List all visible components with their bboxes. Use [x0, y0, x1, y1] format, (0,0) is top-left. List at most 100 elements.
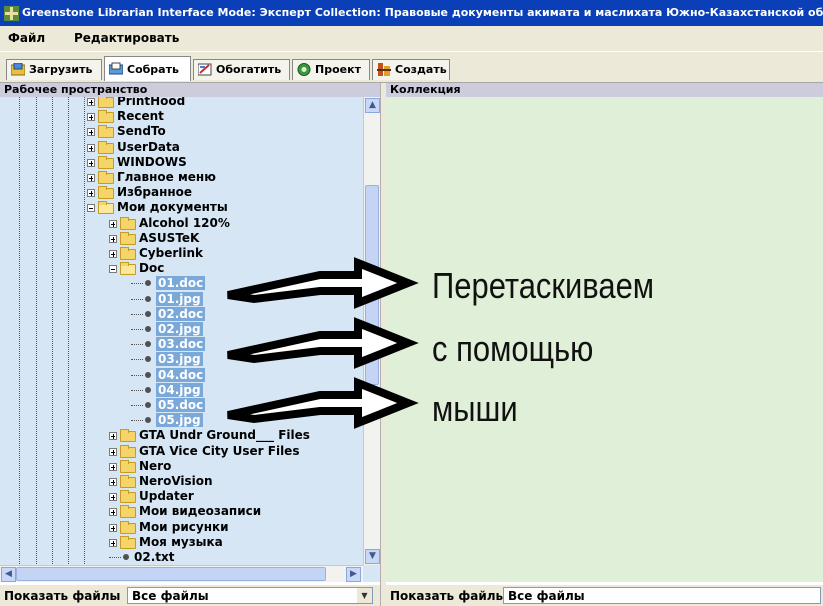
tree-connector [131, 329, 143, 330]
tree-folder-row[interactable]: Updater [0, 489, 363, 504]
window-titlebar[interactable]: Greenstone Librarian Interface Mode: Экс… [0, 0, 823, 26]
horizontal-scroll-thumb[interactable] [16, 567, 326, 581]
tree-folder-row[interactable]: Главное меню [0, 170, 363, 185]
tree-folder-row[interactable]: Избранное [0, 185, 363, 200]
menu-file[interactable]: Файл [8, 31, 45, 45]
menu-edit[interactable]: Редактировать [74, 31, 179, 45]
file-bullet-icon [145, 402, 151, 408]
tab-create[interactable]: Создать [372, 59, 450, 80]
collapse-toggle-icon[interactable] [109, 265, 117, 274]
expand-toggle-icon[interactable] [87, 128, 95, 137]
tree-folder-row[interactable]: WINDOWS [0, 155, 363, 170]
create-icon [377, 63, 391, 76]
tree-folder-row[interactable]: SendTo [0, 124, 363, 139]
tree-connector [131, 359, 143, 361]
tree-folder-row[interactable]: Recent [0, 109, 363, 124]
tree-folder-row[interactable]: Мои видеозаписи [0, 504, 363, 519]
expand-toggle-icon[interactable] [109, 432, 117, 441]
expand-toggle-icon[interactable] [109, 493, 117, 502]
expand-toggle-icon[interactable] [109, 538, 117, 547]
selected-file-label: 05.jpg [156, 413, 203, 428]
expand-toggle-icon[interactable] [109, 447, 117, 456]
tree-connector [131, 420, 143, 422]
tree-node-label: ASUSTeK [139, 230, 200, 245]
collection-filter-value: Все файлы [508, 589, 585, 603]
collapse-toggle-icon[interactable] [87, 204, 95, 213]
file-bullet-icon [145, 326, 151, 332]
collection-filter-bar: Показать файлы Все файлы [386, 585, 823, 606]
drag-arrow-3 [227, 377, 419, 429]
workspace-header: Рабочее пространство [0, 83, 380, 97]
tree-folder-row[interactable]: Мои документы [0, 200, 363, 215]
file-bullet-icon [145, 386, 151, 393]
tree-folder-row[interactable]: UserData [0, 140, 363, 155]
folder-icon [120, 475, 136, 488]
collection-file-filter-select[interactable]: Все файлы [503, 587, 821, 604]
tab-design-label: Проект [315, 63, 361, 76]
tree-connector [131, 405, 143, 406]
tree-node-label: Cyberlink [139, 246, 204, 260]
dropdown-arrow-icon[interactable]: ▼ [357, 588, 372, 603]
tree-node-label: Мои документы [117, 200, 228, 215]
scroll-up-button[interactable]: ▲ [365, 98, 380, 113]
expand-toggle-icon[interactable] [87, 143, 95, 152]
expand-toggle-icon[interactable] [87, 174, 95, 182]
expand-toggle-icon[interactable] [109, 234, 117, 243]
tree-connector [131, 298, 143, 300]
tree-node-label: WINDOWS [117, 154, 187, 169]
file-bullet-icon [145, 371, 151, 378]
design-icon [297, 63, 311, 76]
file-bullet-icon [145, 295, 151, 302]
tree-connector [109, 557, 121, 558]
tree-folder-row[interactable]: Alcohol 120% [0, 216, 363, 231]
scroll-down-button[interactable]: ▼ [365, 549, 380, 564]
folder-icon [120, 444, 136, 458]
file-bullet-icon [145, 417, 151, 424]
folder-icon [120, 505, 136, 519]
workspace-file-filter-select[interactable]: Все файлы ▼ [127, 587, 373, 604]
scroll-left-button[interactable]: ◀ [1, 567, 16, 582]
drag-arrow-1 [227, 257, 419, 309]
tree-folder-row[interactable]: Nero [0, 459, 363, 474]
expand-toggle-icon[interactable] [87, 113, 95, 122]
tab-enrich[interactable]: Обогатить [193, 59, 290, 80]
tree-node-label: Мои видеозаписи [139, 504, 262, 519]
tree-node-label: PrintHood [117, 97, 186, 108]
tree-folder-row[interactable]: ASUSTeK [0, 231, 363, 246]
tab-download[interactable]: Загрузить [6, 59, 102, 80]
expand-toggle-icon[interactable] [109, 523, 117, 532]
expand-toggle-icon[interactable] [87, 158, 95, 167]
expand-toggle-icon[interactable] [87, 189, 95, 198]
workspace-horizontal-scrollbar[interactable]: ◀ ▶ [0, 565, 363, 582]
tree-folder-row[interactable]: PrintHood [0, 97, 363, 109]
scroll-right-button[interactable]: ▶ [346, 567, 361, 582]
folder-icon [98, 171, 114, 184]
tree-connector [131, 283, 143, 285]
tab-design[interactable]: Проект [292, 59, 370, 80]
expand-toggle-icon[interactable] [109, 508, 117, 517]
expand-toggle-icon[interactable] [109, 250, 117, 258]
folder-icon [98, 155, 114, 169]
expand-toggle-icon[interactable] [87, 98, 95, 106]
tree-node-label: Моя музыка [139, 534, 223, 549]
expand-toggle-icon[interactable] [109, 462, 117, 471]
tree-folder-row[interactable]: NeroVision [0, 474, 363, 489]
tree-node-label: Избранное [117, 185, 193, 200]
tree-node-label: Updater [139, 489, 194, 504]
annotation-line-1: Перетаскиваем [432, 265, 655, 306]
expand-toggle-icon[interactable] [109, 219, 117, 228]
tree-connector [131, 389, 143, 391]
enrich-icon [198, 63, 212, 76]
selected-file-label: 01.jpg [156, 291, 203, 306]
tree-file-row[interactable]: 02.txt [0, 550, 363, 565]
tree-folder-row[interactable]: Моя музыка [0, 535, 363, 550]
tree-node-label: SendTo [117, 124, 166, 139]
expand-toggle-icon[interactable] [109, 478, 117, 486]
annotation-line-2: с помощью [432, 328, 594, 369]
drag-arrows-overlay [227, 257, 419, 429]
tree-folder-row[interactable]: Мои рисунки [0, 520, 363, 535]
tree-node-label: Doc [139, 261, 165, 276]
tab-gather[interactable]: Собрать [104, 56, 191, 81]
tree-node-label: Главное меню [117, 170, 216, 184]
workspace-filter-value: Все файлы [132, 589, 209, 603]
